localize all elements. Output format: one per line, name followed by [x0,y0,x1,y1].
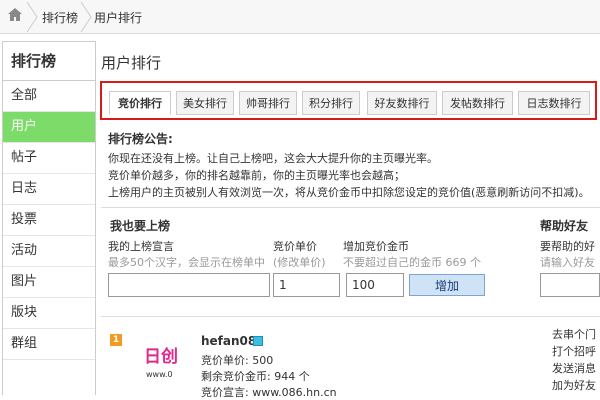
send-message-link[interactable]: 发送消息 [552,360,596,376]
bid-section-title: 我也要上榜 [110,219,171,233]
slogan-hint: 最多50个汉字，会显示在榜单中 [108,256,265,269]
help-friend-label: 要帮助的好 [540,240,595,253]
sidebar-item-polls[interactable]: 投票 [3,205,95,236]
rank-badge: 1 [110,334,122,346]
sidebar-item-threads[interactable]: 帖子 [3,143,95,174]
sidebar: 排行榜 全部 用户 帖子 日志 投票 活动 图片 版块 群组 [2,41,96,395]
tab-blogs-ranking[interactable]: 日志数排行 [518,91,590,115]
user-bid-price: 竞价单价: 500 [201,354,274,367]
help-friend-title: 帮助好友 [540,219,589,233]
notice-line: 上榜用户的主页被别人有效浏览一次，将从竞价金币中扣除您设定的竞价值(恶意刷新访问… [108,186,590,199]
sidebar-item-groups[interactable]: 群组 [3,329,95,360]
user-slogan: 竞价宣言: www.086.hn.cn [201,386,337,399]
divider [101,207,600,208]
help-friend-input[interactable] [540,273,600,297]
breadcrumb-item-user-ranking[interactable]: 用户排行 [94,9,142,26]
user-remaining-coins: 剩余竞价金币: 944 个 [201,370,310,383]
avatar-image: 日创 www.0 [140,333,192,395]
add-coins-button[interactable]: 增加 [409,274,485,296]
avatar[interactable]: 日创 www.0 [140,333,192,395]
tab-credits-ranking[interactable]: 积分排行 [302,91,360,115]
breadcrumb: 排行榜 用户排行 [0,0,600,34]
svg-text:日创: 日创 [144,346,178,367]
sidebar-item-pictures[interactable]: 图片 [3,267,95,298]
price-hint: (修改单价) [273,256,326,269]
add-coins-input[interactable] [346,273,404,297]
price-label: 竞价单价 [273,240,317,253]
home-icon[interactable] [6,6,24,24]
add-coins-label: 增加竞价金币 [343,240,409,253]
tab-bid-ranking[interactable]: 竞价排行 [109,91,171,115]
verified-icon [253,336,263,346]
divider [101,316,600,317]
sidebar-item-all[interactable]: 全部 [3,81,95,112]
breadcrumb-separator-icon [26,2,38,32]
slogan-input[interactable] [108,273,270,297]
tab-posts-ranking[interactable]: 发帖数排行 [442,91,513,115]
sidebar-title: 排行榜 [3,42,95,81]
sidebar-item-forums[interactable]: 版块 [3,298,95,329]
sidebar-item-events[interactable]: 活动 [3,236,95,267]
page-title: 用户排行 [101,54,162,72]
tab-beauty-ranking[interactable]: 美女排行 [176,91,234,115]
help-friend-hint: 请输入好友 [540,256,595,269]
price-input[interactable] [273,273,340,297]
svg-text:www.0: www.0 [146,370,173,379]
notice-line: 你现在还没有上榜。让自己上榜吧，这会大大提升你的主页曝光率。 [108,152,438,165]
user-name[interactable]: hefan08 [201,334,256,348]
breadcrumb-item-ranking[interactable]: 排行榜 [42,9,78,26]
breadcrumb-separator-icon [80,2,92,32]
notice-title: 排行榜公告: [108,132,173,146]
slogan-label: 我的上榜宣言 [108,240,174,253]
visit-link[interactable]: 去串个门 [552,326,596,342]
notice-line: 竞价单价越多，你的排名越靠前，你的主页曝光率也会越高； [108,169,405,182]
tab-friends-ranking[interactable]: 好友数排行 [367,91,437,115]
sidebar-item-users[interactable]: 用户 [3,112,95,143]
sidebar-item-blogs[interactable]: 日志 [3,174,95,205]
add-friend-link[interactable]: 加为好友 [552,377,596,393]
tab-handsome-ranking[interactable]: 帅哥排行 [239,91,297,115]
greet-link[interactable]: 打个招呼 [552,343,596,359]
add-coins-hint: 不要超过自己的金币 669 个 [343,256,481,269]
ranking-tabs: 竞价排行 美女排行 帅哥排行 积分排行 好友数排行 发帖数排行 日志数排行 [100,81,597,120]
